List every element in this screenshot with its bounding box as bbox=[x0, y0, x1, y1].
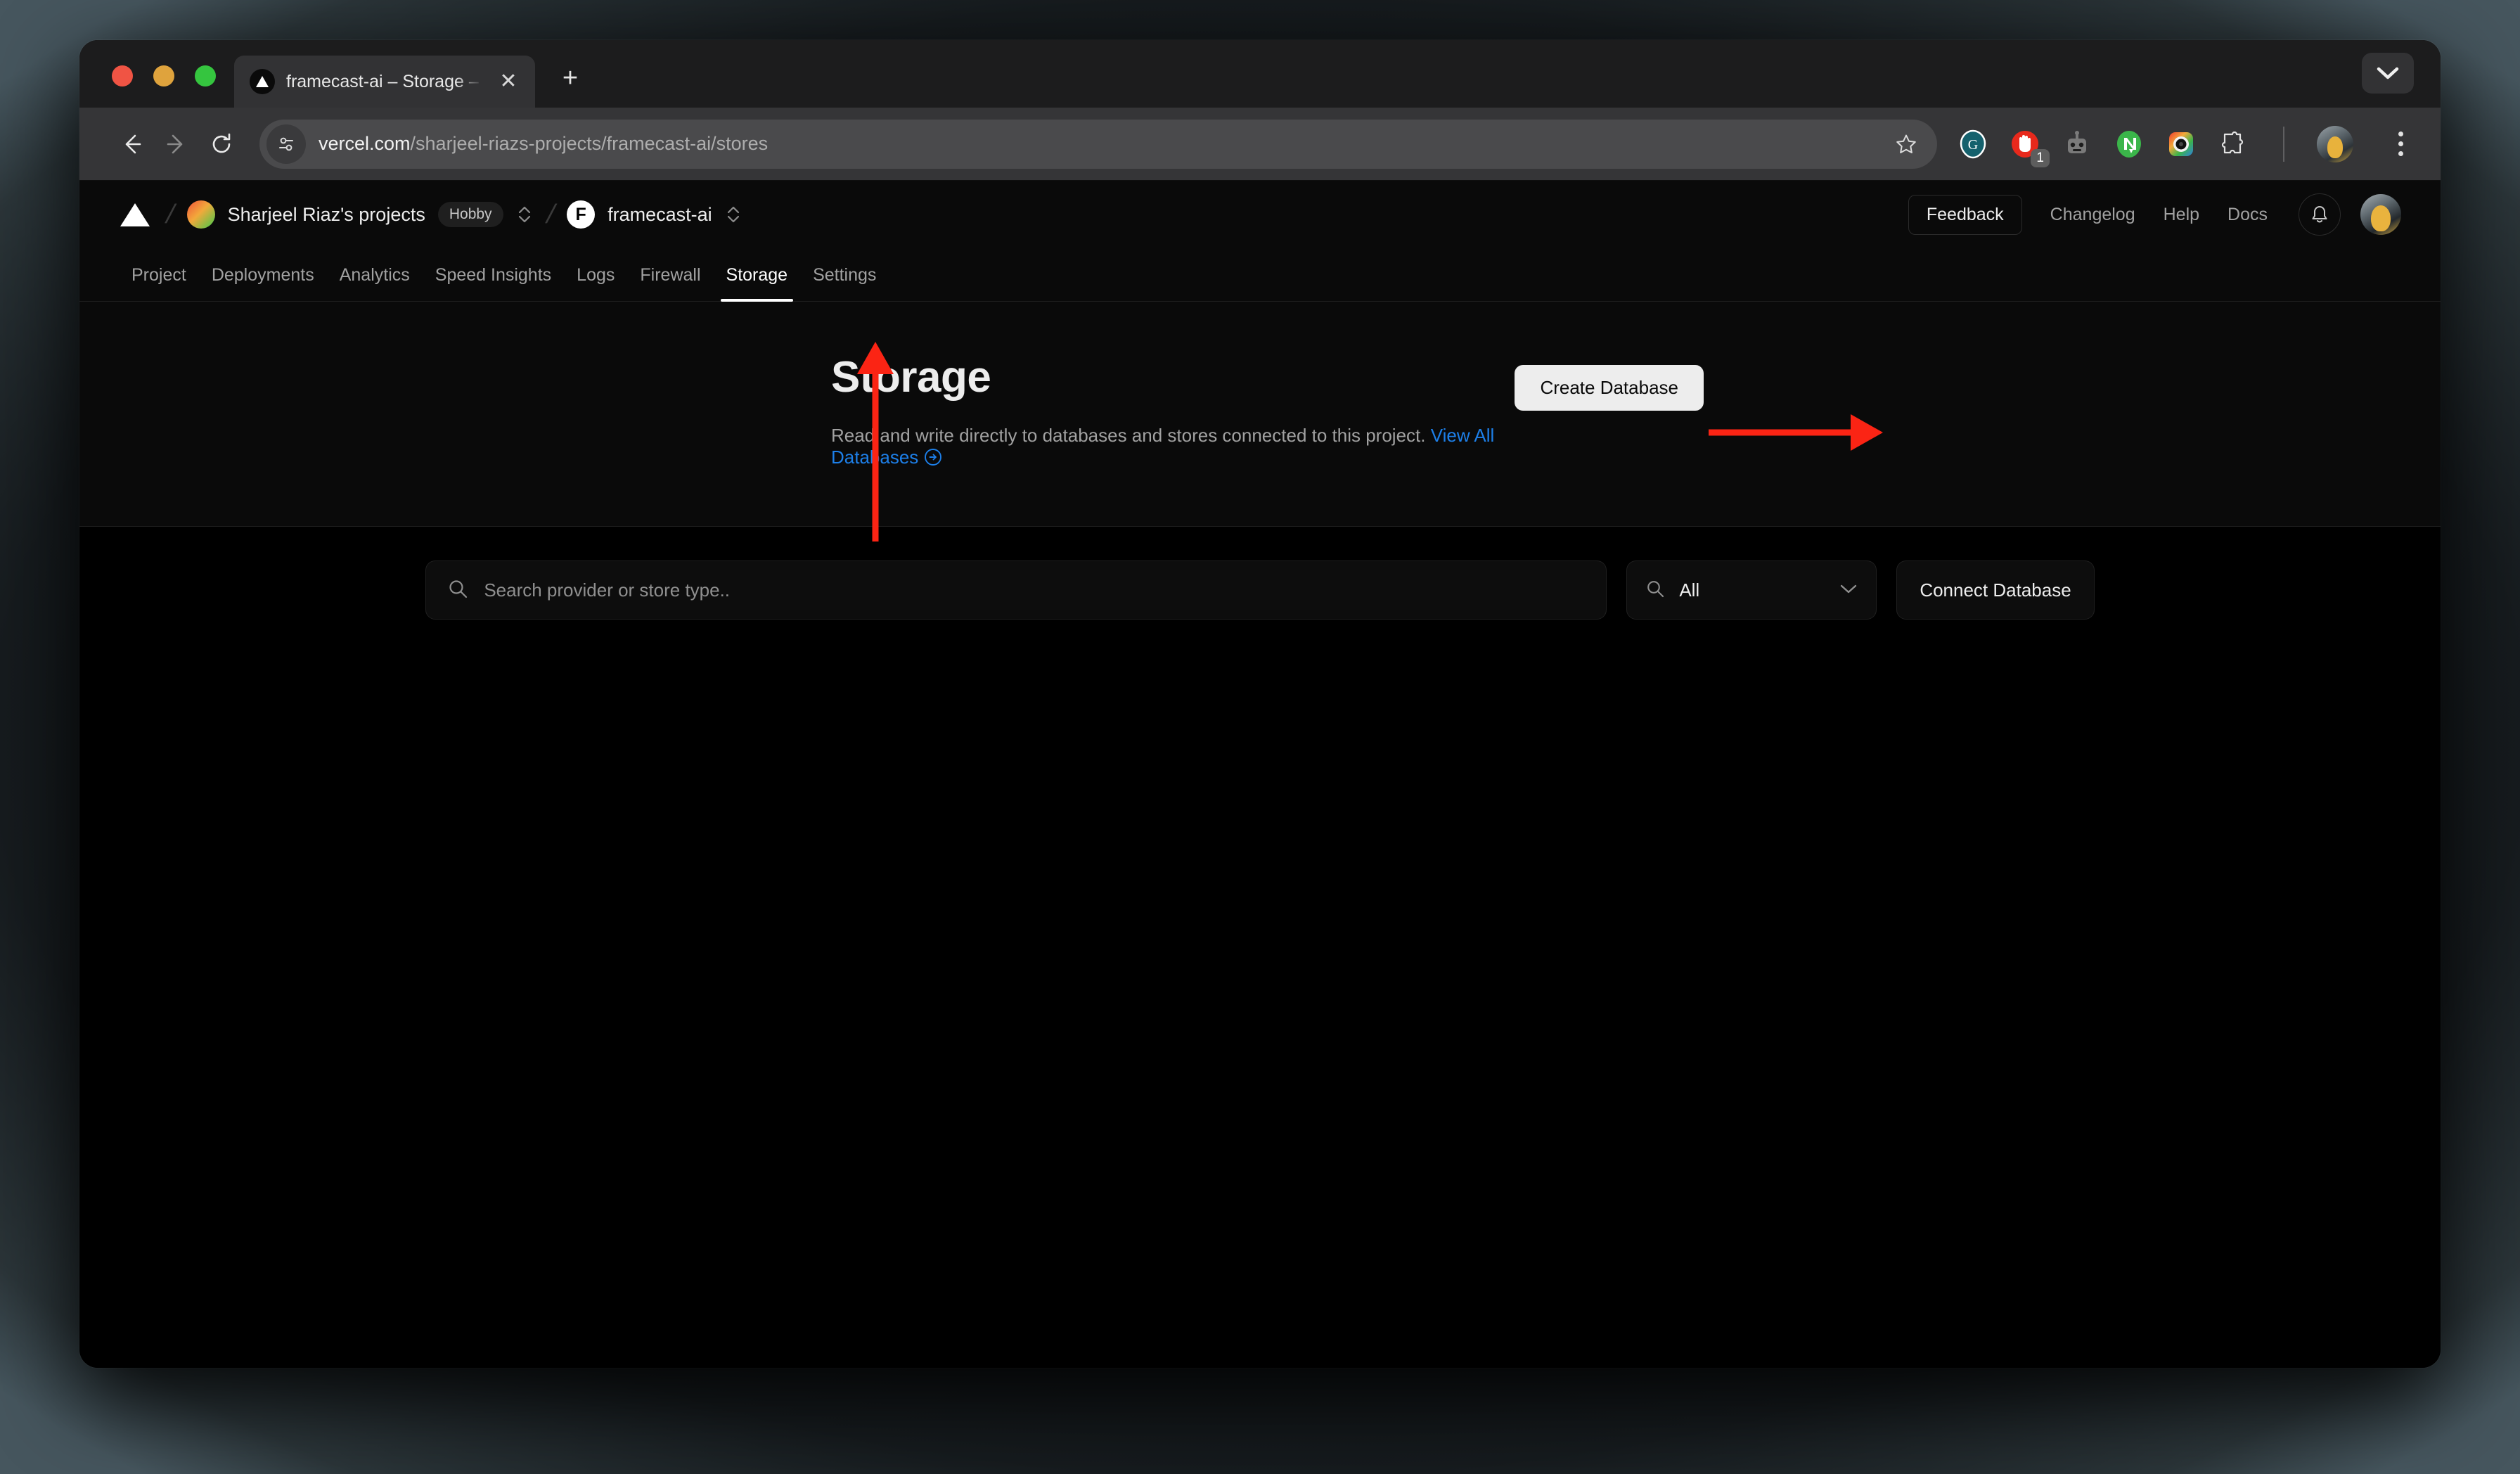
help-link[interactable]: Help bbox=[2164, 205, 2199, 225]
search-icon bbox=[447, 578, 468, 603]
plan-badge: Hobby bbox=[438, 202, 503, 227]
store-type-select[interactable]: All bbox=[1626, 560, 1877, 620]
new-tab-button[interactable]: + bbox=[552, 60, 589, 96]
page-description: Read and write directly to databases and… bbox=[831, 425, 1515, 471]
team-avatar bbox=[187, 200, 215, 229]
search-input[interactable]: Search provider or store type.. bbox=[425, 560, 1607, 620]
vercel-favicon-icon bbox=[250, 69, 275, 94]
project-name[interactable]: framecast-ai bbox=[608, 204, 712, 226]
browser-toolbar: vercel.com/sharjeel-riazs-projects/frame… bbox=[79, 108, 2441, 181]
select-search-icon bbox=[1645, 579, 1665, 602]
desktop-background: framecast-ai – Storage – Verc ✕ + bbox=[0, 0, 2520, 1474]
window-controls[interactable] bbox=[79, 65, 216, 108]
project-nav-tabs: Project Deployments Analytics Speed Insi… bbox=[79, 248, 2441, 302]
browser-window: framecast-ai – Storage – Verc ✕ + bbox=[79, 40, 2441, 1368]
site-settings-icon[interactable] bbox=[266, 124, 306, 164]
create-database-button[interactable]: Create Database bbox=[1515, 365, 1704, 411]
store-type-select-value: All bbox=[1679, 579, 1699, 601]
close-tab-icon[interactable]: ✕ bbox=[494, 68, 522, 96]
address-bar[interactable]: vercel.com/sharjeel-riazs-projects/frame… bbox=[259, 120, 1937, 169]
page-title: Storage bbox=[831, 352, 1515, 402]
tab-storage[interactable]: Storage bbox=[714, 265, 801, 301]
tab-settings[interactable]: Settings bbox=[800, 265, 889, 301]
tab-analytics[interactable]: Analytics bbox=[327, 265, 423, 301]
docs-link[interactable]: Docs bbox=[2228, 205, 2268, 225]
chevron-down-icon bbox=[1839, 583, 1858, 598]
browser-tab-active[interactable]: framecast-ai – Storage – Verc ✕ bbox=[234, 56, 535, 108]
svg-text:G: G bbox=[1968, 137, 1978, 153]
close-window-button[interactable] bbox=[112, 65, 133, 86]
browser-tab-title: framecast-ai – Storage – Verc bbox=[286, 72, 483, 92]
browser-profile-avatar[interactable] bbox=[2317, 126, 2353, 162]
feedback-button[interactable]: Feedback bbox=[1908, 195, 2022, 235]
extensions-puzzle-icon[interactable] bbox=[2216, 127, 2251, 162]
breadcrumb: / Sharjeel Riaz's projects Hobby / F fra… bbox=[119, 200, 743, 230]
tab-firewall[interactable]: Firewall bbox=[627, 265, 713, 301]
tab-speed-insights[interactable]: Speed Insights bbox=[423, 265, 564, 301]
connect-database-button[interactable]: Connect Database bbox=[1896, 560, 2094, 620]
browser-menu-icon[interactable] bbox=[2384, 124, 2417, 164]
address-bar-url: vercel.com/sharjeel-riazs-projects/frame… bbox=[319, 133, 768, 155]
url-path: /sharjeel-riazs-projects/framecast-ai/st… bbox=[411, 133, 769, 154]
forward-arrow-icon[interactable] bbox=[154, 122, 199, 167]
adblock-extension-icon[interactable]: 1 bbox=[2007, 127, 2043, 162]
bookmark-star-icon[interactable] bbox=[1886, 124, 1926, 164]
toolbar-divider bbox=[2283, 127, 2284, 162]
notion-extension-icon[interactable] bbox=[2111, 127, 2147, 162]
minimize-window-button[interactable] bbox=[153, 65, 174, 86]
vercel-logo-icon[interactable] bbox=[119, 200, 151, 229]
project-switcher-chevron-icon[interactable] bbox=[724, 205, 743, 224]
arrow-right-circle-icon bbox=[924, 448, 942, 471]
vercel-dashboard: / Sharjeel Riaz's projects Hobby / F fra… bbox=[79, 181, 2441, 1368]
team-switcher-chevron-icon[interactable] bbox=[515, 205, 534, 224]
camera-extension-icon[interactable] bbox=[2164, 127, 2199, 162]
storage-hero-section: Storage Read and write directly to datab… bbox=[79, 302, 2441, 527]
header-actions: Feedback Changelog Help Docs bbox=[1908, 193, 2401, 236]
tab-project[interactable]: Project bbox=[119, 265, 199, 301]
maximize-window-button[interactable] bbox=[195, 65, 216, 86]
tab-list-chevron-down-icon[interactable] bbox=[2362, 53, 2414, 94]
vercel-top-header: / Sharjeel Riaz's projects Hobby / F fra… bbox=[79, 181, 2441, 248]
breadcrumb-separator-1: / bbox=[163, 200, 178, 230]
extension-badge-count: 1 bbox=[2031, 149, 2050, 167]
search-input-placeholder: Search provider or store type.. bbox=[484, 579, 730, 601]
browser-tab-strip: framecast-ai – Storage – Verc ✕ + bbox=[79, 40, 2441, 108]
tab-deployments[interactable]: Deployments bbox=[199, 265, 327, 301]
team-name[interactable]: Sharjeel Riaz's projects bbox=[228, 204, 425, 226]
back-arrow-icon[interactable] bbox=[109, 122, 154, 167]
user-avatar[interactable] bbox=[2360, 194, 2401, 235]
grammarly-extension-icon[interactable]: G bbox=[1955, 127, 1991, 162]
notifications-bell-icon[interactable] bbox=[2299, 193, 2341, 236]
project-avatar: F bbox=[567, 200, 595, 229]
browser-extensions: G 1 bbox=[1937, 124, 2417, 164]
changelog-link[interactable]: Changelog bbox=[2050, 205, 2135, 225]
robot-extension-icon[interactable] bbox=[2059, 127, 2095, 162]
page-description-text: Read and write directly to databases and… bbox=[831, 425, 1425, 446]
storage-filter-bar: Search provider or store type.. All Conn… bbox=[79, 527, 2441, 620]
reload-icon[interactable] bbox=[199, 122, 244, 167]
breadcrumb-separator-2: / bbox=[543, 200, 558, 230]
tab-logs[interactable]: Logs bbox=[564, 265, 627, 301]
url-domain: vercel.com bbox=[319, 133, 411, 154]
